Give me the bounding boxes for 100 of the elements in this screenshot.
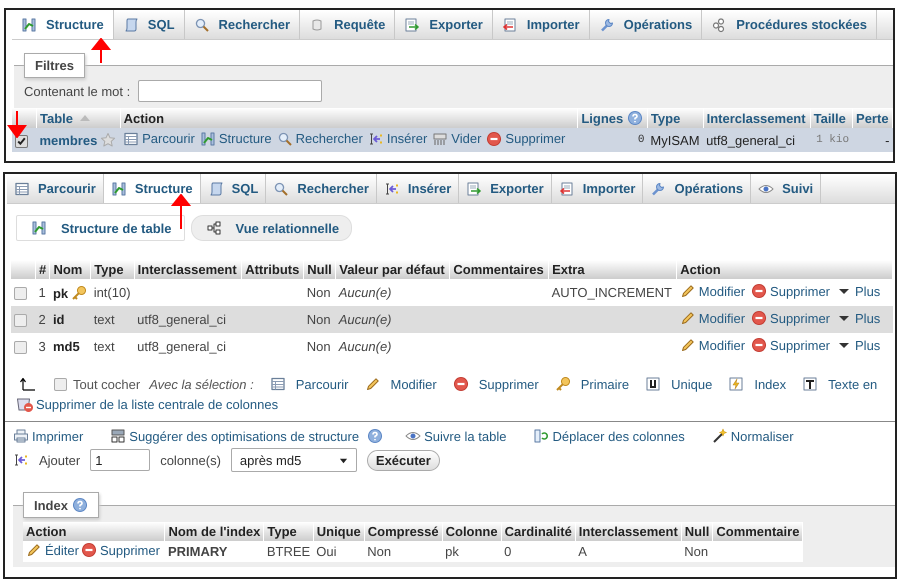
tab[interactable]: Suivi [751,174,822,203]
tab[interactable]: SQL [114,10,185,39]
tab[interactable]: Opérations [643,174,752,203]
table-cell: Aucun(e) [336,333,450,360]
tab[interactable]: Parcourir [7,174,104,203]
bulk-action-link[interactable]: Primaire [548,376,630,392]
table-cell: Non [364,541,442,562]
tool-link[interactable]: Normaliser [712,428,794,444]
scroll-icon [208,180,224,196]
table-cell: Oui [313,541,364,562]
filter-input[interactable] [138,80,322,102]
column-header[interactable]: Action [120,108,578,128]
bulk-action-link[interactable]: Index [721,376,786,392]
field-label: Contenant le mot : [24,84,130,98]
star-icon [100,132,116,148]
column-header[interactable]: Interclassement [703,108,810,128]
tab[interactable]: Structure [104,174,201,203]
help-icon [627,110,644,126]
tool-link[interactable]: Imprimer [13,428,84,444]
tab[interactable]: Requête [300,10,396,39]
row-checkbox[interactable] [14,314,27,328]
action-link[interactable]: Supprimer [486,130,566,146]
nodes-icon [206,220,222,236]
tab[interactable]: SQL [200,174,266,203]
tab[interactable]: Importer [552,174,644,203]
tab[interactable]: Exporter [395,10,493,39]
tab[interactable]: Importer [492,10,590,39]
bulk-action-link[interactable]: Supprimer [446,376,539,392]
search-icon [194,16,210,32]
tab[interactable]: Rechercher [184,10,300,39]
legend-title: Index [34,498,68,512]
action-link[interactable]: Modifier [680,337,746,353]
table-cell: text [90,333,134,360]
check-all-checkbox[interactable]: Tout cocher [54,376,140,392]
row-checkbox[interactable] [14,341,27,354]
action-link[interactable]: Rechercher [276,130,363,146]
subtab[interactable]: Structure de table [16,215,185,241]
action-link[interactable]: Plus [836,283,880,299]
pencil-icon [680,337,696,353]
column-header: Null [304,260,336,279]
column-header[interactable]: Type [647,108,704,128]
wand-icon [712,428,728,444]
shredder-icon [432,130,448,146]
tab[interactable]: Opérations [590,10,702,39]
subtab[interactable]: Vue relationnelle [190,215,352,241]
with-selection-label: Avec la sélection : [149,376,254,392]
action-link[interactable]: Plus [836,337,880,353]
table-cell: Aucun(e) [336,306,450,333]
tool-link[interactable]: Suggérer des optimisations de structure [110,428,360,444]
action-link[interactable]: Supprimer [751,310,830,326]
bulk-action-link[interactable]: Parcourir [262,376,348,392]
column-header[interactable]: Perte [852,108,892,128]
table-cell: 2 [36,306,50,333]
bulk-action-link[interactable]: Modifier [358,376,437,392]
action-link[interactable]: Modifier [680,310,746,326]
bulk-action-link[interactable]: Texte en [795,376,878,392]
cycle-arrows-icon [533,428,550,444]
grid-icon [14,180,30,196]
action-link[interactable]: Structure [200,130,272,146]
action-link[interactable]: Supprimer [751,283,830,299]
tab[interactable]: Rechercher [266,174,377,203]
tool-link[interactable]: Suivre la table [405,428,506,444]
grid-icon [123,130,140,146]
columns-chart-icon [21,16,37,32]
column-header: Interclassement [575,522,682,541]
tool-link[interactable]: Déplacer des colonnes [533,428,685,444]
bulk-action-link[interactable]: Supprimer de la liste centrale de colonnes [17,396,278,412]
bulk-action-link[interactable]: Unique [638,376,712,392]
tab[interactable]: Structure [12,10,114,39]
search-icon [273,180,290,196]
basket-icon [17,396,33,412]
action-link[interactable]: Éditer [26,542,79,558]
row-checkbox[interactable] [14,287,27,300]
column-count-input[interactable]: 1 [90,449,150,471]
sheet-arrow-right-icon [404,16,420,32]
action-link[interactable]: Modifier [680,283,746,299]
column-header-label: Lignes [581,111,624,126]
field-label: Ajouter [39,452,80,468]
action-link[interactable]: Vider [432,130,482,146]
sheet-arrow-left-icon [502,16,518,32]
action-link[interactable]: Supprimer [80,542,160,558]
tab[interactable]: Insérer [376,174,460,203]
position-select[interactable]: après md5 [230,448,357,472]
row-checkbox[interactable] [15,134,28,148]
column-header[interactable]: Taille [810,108,853,128]
action-link[interactable]: Plus [836,310,880,326]
action-link[interactable]: Supprimer [751,337,830,353]
tab[interactable]: Procédures stockées [702,10,877,39]
column-header[interactable]: Table [36,108,120,128]
minus-circle-icon [486,130,502,146]
action-link[interactable]: Parcourir [123,130,195,146]
table-cell: text [90,306,134,333]
action-link[interactable]: Insérer [368,130,428,146]
column-header: Commentaire [712,522,803,541]
column-header[interactable]: Lignes [578,108,648,128]
tab[interactable]: Exporter [459,174,552,203]
wrench-icon [650,180,666,196]
help-icon [367,428,384,444]
column-name: pk [52,286,68,300]
execute-button[interactable]: Exécuter [366,450,440,470]
